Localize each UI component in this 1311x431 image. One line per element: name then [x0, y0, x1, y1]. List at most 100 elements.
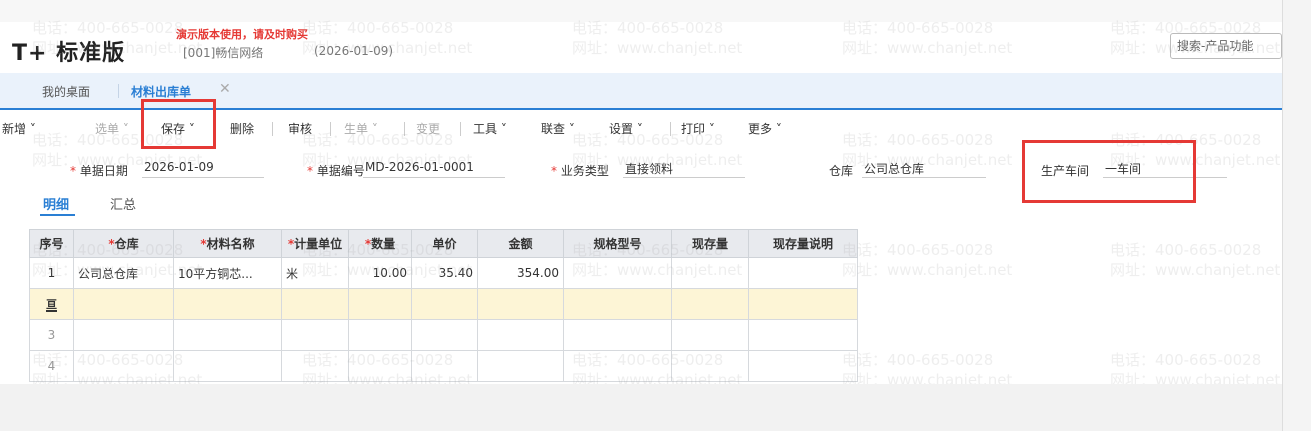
col-seq[interactable]: 序号: [29, 229, 74, 258]
doc-date-label-text: 单据日期: [79, 164, 128, 178]
required-mark: *: [551, 164, 561, 178]
cell-empty[interactable]: [411, 350, 478, 382]
cell-empty[interactable]: [477, 288, 564, 320]
add-row-icon[interactable]: 亘: [46, 299, 57, 312]
doc-no-field[interactable]: MD-2026-01-0001: [363, 160, 505, 178]
cell-empty[interactable]: [671, 319, 749, 351]
biz-type-label-text: 业务类型: [560, 164, 609, 178]
cell-empty[interactable]: [173, 288, 282, 320]
change-button[interactable]: 变更: [416, 120, 440, 137]
tools-button[interactable]: 工具 ˅: [473, 120, 507, 137]
chevron-down-icon: ˅: [705, 122, 715, 136]
table-row[interactable]: 1 公司总仓库 10平方铜芯... 米 10.00 35.40 354.00: [29, 257, 858, 289]
generate-doc-button[interactable]: 生单 ˅: [344, 120, 378, 137]
cell-price[interactable]: 35.40: [411, 257, 478, 289]
doc-date-field[interactable]: 2026-01-09: [142, 160, 264, 178]
cell-empty[interactable]: [173, 350, 282, 382]
demo-warning[interactable]: 演示版本使用，请及时购买: [176, 26, 308, 42]
delete-button[interactable]: 删除: [230, 120, 254, 137]
col-spec[interactable]: 规格型号: [563, 229, 672, 258]
biz-type-field[interactable]: 直接领料: [623, 160, 745, 178]
select-doc-button[interactable]: 选单 ˅: [95, 120, 129, 137]
col-unit[interactable]: *计量单位: [281, 229, 349, 258]
col-material[interactable]: *材料名称: [173, 229, 282, 258]
more-label: 更多: [748, 122, 773, 136]
col-material-label: 材料名称: [206, 237, 255, 251]
cell-qty[interactable]: 10.00: [348, 257, 412, 289]
cell-empty[interactable]: [748, 288, 858, 320]
col-stock-note[interactable]: 现存量说明: [748, 229, 858, 258]
search-input[interactable]: 搜索-产品功能: [1170, 33, 1282, 59]
right-scroll-area: [1282, 0, 1311, 431]
col-warehouse[interactable]: *仓库: [73, 229, 174, 258]
watermark-site: 网址：www.chanjet.net: [1110, 371, 1281, 384]
tab-divider: [118, 84, 119, 98]
cell-empty[interactable]: [73, 350, 174, 382]
cell-amount[interactable]: 354.00: [477, 257, 564, 289]
bottom-area: [0, 384, 1282, 431]
query-button[interactable]: 联查 ˅: [541, 120, 575, 137]
cell-unit[interactable]: 米: [281, 257, 349, 289]
col-stock[interactable]: 现存量: [671, 229, 749, 258]
subtab-detail[interactable]: 明细: [43, 194, 69, 213]
settings-button[interactable]: 设置 ˅: [609, 120, 643, 137]
annotation-highlight-workshop: [1022, 140, 1196, 203]
cell-empty[interactable]: [281, 288, 349, 320]
cell-empty[interactable]: [73, 319, 174, 351]
cell-empty[interactable]: [671, 288, 749, 320]
print-button[interactable]: 打印 ˅: [681, 120, 715, 137]
cell-empty[interactable]: [73, 288, 174, 320]
watermark-site: 网址：www.chanjet.net: [1110, 261, 1281, 279]
tab-material-issue[interactable]: 材料出库单: [131, 83, 191, 100]
add-row-cell[interactable]: 亘: [29, 288, 74, 320]
table-row[interactable]: 3: [29, 319, 858, 351]
cell-empty[interactable]: [748, 350, 858, 382]
cell-stock[interactable]: [671, 257, 749, 289]
col-qty[interactable]: *数量: [348, 229, 412, 258]
col-price[interactable]: 单价: [411, 229, 478, 258]
toolbar-divider: [404, 122, 405, 136]
table-row-new[interactable]: 亘: [29, 288, 858, 320]
cell-empty[interactable]: [563, 350, 672, 382]
col-amount[interactable]: 金额: [477, 229, 564, 258]
table-row[interactable]: 4: [29, 350, 858, 382]
tab-my-desktop[interactable]: 我的桌面: [42, 83, 90, 100]
cell-empty[interactable]: [281, 319, 349, 351]
generate-doc-label: 生单: [344, 122, 369, 136]
cell-empty[interactable]: [348, 350, 412, 382]
close-icon[interactable]: ✕: [219, 81, 231, 97]
toolbar-divider: [330, 122, 331, 136]
doc-no-label-text: 单据编号: [316, 164, 365, 178]
cell-spec[interactable]: [563, 257, 672, 289]
cell-material[interactable]: 10平方铜芯...: [173, 257, 282, 289]
cell-empty[interactable]: [348, 288, 412, 320]
watermark-phone: 电话：400-665-0028: [1110, 351, 1262, 369]
cell-empty[interactable]: [348, 319, 412, 351]
more-button[interactable]: 更多 ˅: [748, 120, 782, 137]
cell-warehouse[interactable]: 公司总仓库: [73, 257, 174, 289]
app-window: T+ 标准版 演示版本使用，请及时购买 [001]畅信网络 (2026-01-0…: [0, 0, 1282, 384]
cell-empty[interactable]: [281, 350, 349, 382]
cell-empty[interactable]: [411, 319, 478, 351]
cell-empty[interactable]: [671, 350, 749, 382]
watermark: 电话：400-665-0028 网址：www.chanjet.net: [1110, 240, 1280, 280]
cell-empty[interactable]: [477, 319, 564, 351]
chevron-down-icon: ˅: [119, 122, 129, 136]
new-button[interactable]: 新增 ˅: [2, 120, 36, 137]
audit-button[interactable]: 审核: [288, 120, 312, 137]
cell-empty[interactable]: [173, 319, 282, 351]
toolbar-divider: [272, 122, 273, 136]
cell-empty[interactable]: [563, 319, 672, 351]
chevron-down-icon: ˅: [633, 122, 643, 136]
cell-empty[interactable]: [563, 288, 672, 320]
biz-type-label: * 业务类型: [551, 162, 609, 179]
warehouse-field[interactable]: 公司总仓库: [862, 160, 986, 178]
cell-empty[interactable]: [477, 350, 564, 382]
grid-header-row: 序号 *仓库 *材料名称 *计量单位 *数量 单价 金额 规格型号 现存量 现存…: [29, 229, 858, 258]
subtab-summary[interactable]: 汇总: [110, 194, 136, 213]
toolbar-divider: [460, 122, 461, 136]
cell-stock-note[interactable]: [748, 257, 858, 289]
doc-no-label: * 单据编号: [307, 162, 365, 179]
cell-empty[interactable]: [748, 319, 858, 351]
cell-empty[interactable]: [411, 288, 478, 320]
